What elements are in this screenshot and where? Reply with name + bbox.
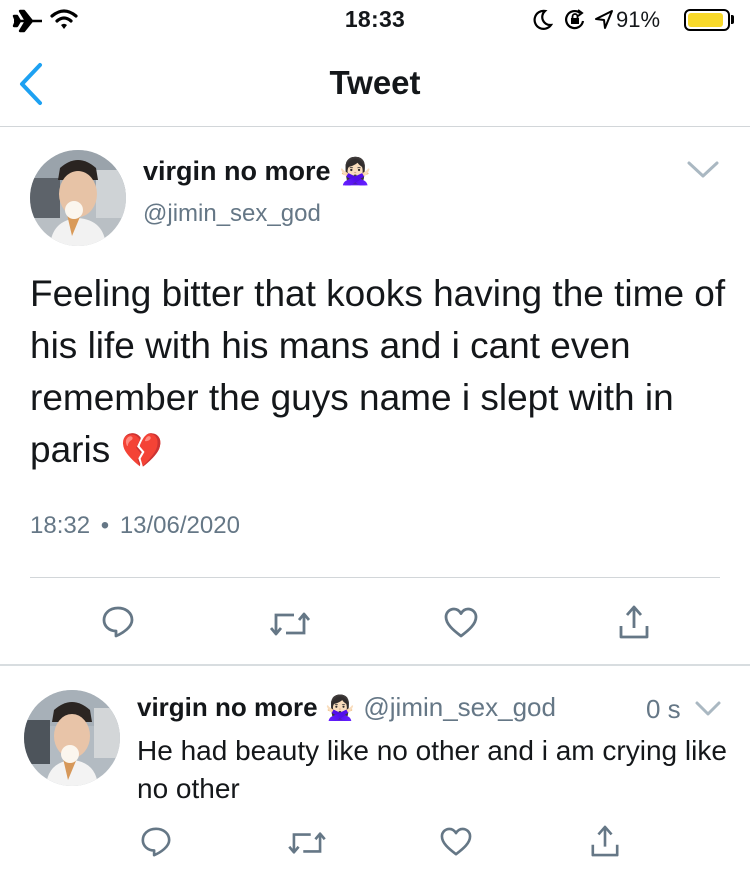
rotation-lock-icon: [565, 9, 585, 30]
battery-level: [688, 13, 723, 27]
tweet-action-divider: [30, 577, 720, 578]
tweet-text: Feeling bitter that kooks having the tim…: [30, 268, 730, 477]
reply-name-emoji: 🙅🏻‍♀️: [325, 695, 355, 722]
battery-percent: 91%: [616, 7, 661, 32]
page-title: Tweet: [329, 64, 421, 101]
like-icon[interactable]: [443, 607, 479, 639]
reply-handle: @jimin_sex_god: [363, 692, 556, 722]
reply-age: 0 s: [646, 694, 681, 724]
display-name: virgin no more: [143, 156, 331, 186]
like-icon[interactable]: [439, 827, 473, 857]
battery-icon: [684, 9, 730, 31]
avatar-photo: [30, 150, 126, 246]
reply-author-row: virgin no more 🙅🏻‍♀️ @jimin_sex_god: [137, 692, 556, 723]
avatar[interactable]: [30, 150, 126, 246]
reply-display-name: virgin no more: [137, 692, 318, 722]
share-icon[interactable]: [590, 824, 620, 858]
retweet-icon[interactable]: [270, 609, 310, 639]
avatar-photo: [24, 690, 120, 786]
handle: @jimin_sex_god: [143, 200, 321, 227]
chevron-down-icon[interactable]: [686, 160, 720, 180]
moon-icon: [533, 9, 553, 30]
reply-text: He had beauty like no other and i am cry…: [137, 735, 727, 804]
location-arrow-icon: [595, 10, 613, 29]
author-row[interactable]: virgin no more 🙅🏻‍♀️: [143, 156, 371, 187]
tweet-timestamp: 18:32 • 13/06/2020: [30, 512, 240, 540]
reply-avatar[interactable]: [24, 690, 120, 786]
section-separator: [0, 664, 750, 666]
reply-icon[interactable]: [140, 826, 172, 858]
retweet-icon[interactable]: [288, 829, 326, 857]
tweet-time: 18:32: [30, 512, 91, 539]
tweet-date: 13/06/2020: [119, 512, 240, 539]
name-emoji: 🙅🏻‍♀️: [338, 156, 372, 186]
reply-chevron-down-icon[interactable]: [694, 700, 722, 718]
meta-separator: •: [100, 512, 110, 539]
nav-divider: [0, 126, 750, 127]
tweet-emoji: 💔: [120, 432, 163, 470]
reply-icon[interactable]: [101, 605, 135, 639]
share-icon[interactable]: [618, 604, 650, 640]
battery-cap: [731, 15, 734, 24]
